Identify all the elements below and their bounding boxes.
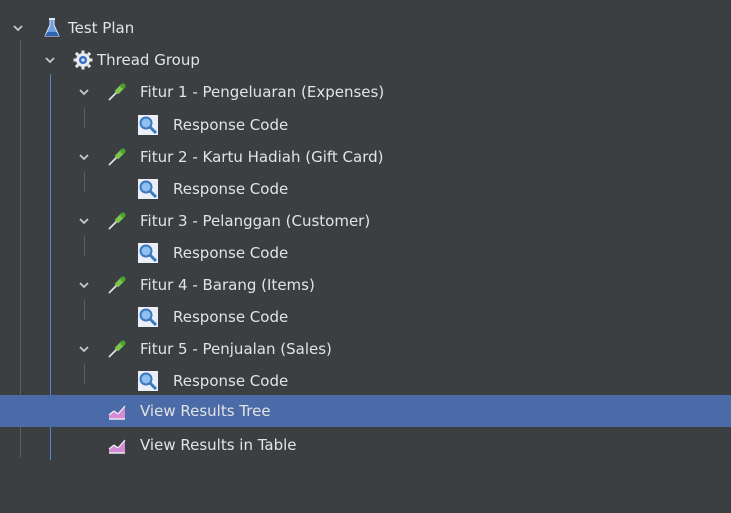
tree-node-feature-2[interactable]: Fitur 2 - Kartu Hadiah (Gift Card) bbox=[0, 141, 731, 173]
tree-node-response-code-3[interactable]: Response Code bbox=[0, 237, 731, 269]
tree-node-label: Response Code bbox=[173, 308, 289, 326]
magnifier-icon bbox=[137, 178, 159, 200]
tree-node-feature-4[interactable]: Fitur 4 - Barang (Items) bbox=[0, 269, 731, 301]
tree-node-response-code-5[interactable]: Response Code bbox=[0, 365, 731, 397]
tree-node-label: Fitur 5 - Penjualan (Sales) bbox=[140, 340, 332, 358]
tree-node-view-results-tree[interactable]: View Results Tree bbox=[0, 395, 731, 427]
pipette-icon bbox=[106, 81, 128, 103]
tree-node-thread-group[interactable]: Thread Group bbox=[0, 44, 731, 76]
chevron-down-icon[interactable] bbox=[78, 151, 90, 163]
tree-node-response-code-2[interactable]: Response Code bbox=[0, 173, 731, 205]
tree-node-response-code-1[interactable]: Response Code bbox=[0, 109, 731, 141]
tree-node-feature-1[interactable]: Fitur 1 - Pengeluaran (Expenses) bbox=[0, 76, 731, 108]
magnifier-icon bbox=[137, 242, 159, 264]
pipette-icon bbox=[106, 146, 128, 168]
chevron-down-icon[interactable] bbox=[78, 279, 90, 291]
tree-node-label: Fitur 4 - Barang (Items) bbox=[140, 276, 315, 294]
flask-icon bbox=[41, 17, 63, 39]
tree-node-label: View Results in Table bbox=[140, 436, 297, 454]
tree-node-view-results-in-table[interactable]: View Results in Table bbox=[0, 429, 731, 461]
tree-node-label: Test Plan bbox=[68, 19, 135, 37]
tree-node-feature-5[interactable]: Fitur 5 - Penjualan (Sales) bbox=[0, 333, 731, 365]
chart-icon bbox=[106, 400, 128, 422]
pipette-icon bbox=[106, 274, 128, 296]
chevron-down-icon[interactable] bbox=[12, 22, 24, 34]
magnifier-icon bbox=[137, 370, 159, 392]
magnifier-icon bbox=[137, 114, 159, 136]
chevron-down-icon[interactable] bbox=[78, 343, 90, 355]
tree-node-label: Response Code bbox=[173, 372, 289, 390]
gear-icon bbox=[72, 49, 94, 71]
tree-node-label: Fitur 3 - Pelanggan (Customer) bbox=[140, 212, 371, 230]
tree-node-label: View Results Tree bbox=[140, 402, 271, 420]
tree-node-test-plan[interactable]: Test Plan bbox=[0, 12, 731, 44]
magnifier-icon bbox=[137, 306, 159, 328]
tree-node-label: Response Code bbox=[173, 244, 289, 262]
tree-node-label: Response Code bbox=[173, 180, 289, 198]
tree-node-response-code-4[interactable]: Response Code bbox=[0, 301, 731, 333]
test-plan-tree[interactable]: Test Plan Thread Group Fitur 1 - Pengelu… bbox=[0, 0, 731, 513]
tree-node-label: Thread Group bbox=[97, 51, 200, 69]
tree-node-feature-3[interactable]: Fitur 3 - Pelanggan (Customer) bbox=[0, 205, 731, 237]
chevron-down-icon[interactable] bbox=[78, 215, 90, 227]
chevron-down-icon[interactable] bbox=[44, 54, 56, 66]
tree-node-label: Fitur 2 - Kartu Hadiah (Gift Card) bbox=[140, 148, 384, 166]
pipette-icon bbox=[106, 210, 128, 232]
chevron-down-icon[interactable] bbox=[78, 86, 90, 98]
chart-icon bbox=[106, 434, 128, 456]
tree-node-label: Fitur 1 - Pengeluaran (Expenses) bbox=[140, 83, 385, 101]
tree-node-label: Response Code bbox=[173, 116, 289, 134]
pipette-icon bbox=[106, 338, 128, 360]
